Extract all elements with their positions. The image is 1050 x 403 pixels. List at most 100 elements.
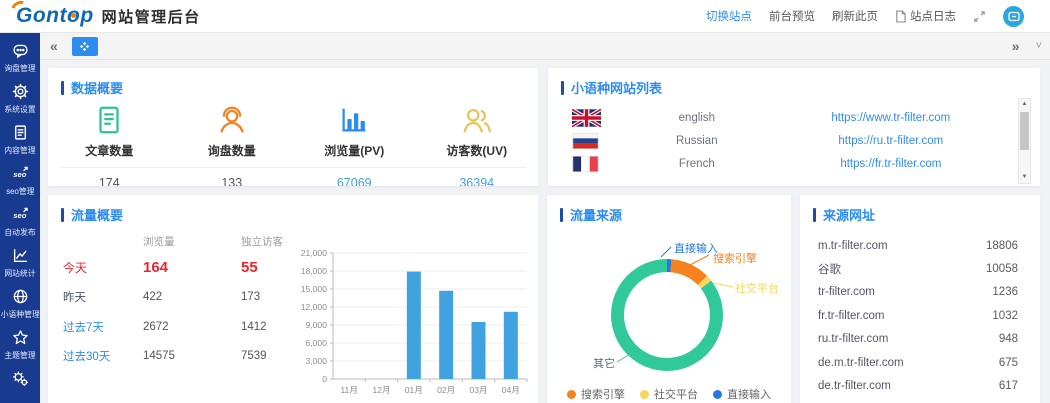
svg-text:01月: 01月 [405, 385, 423, 395]
site-language: Russian [616, 135, 778, 147]
tabs-scroll-left-icon[interactable]: « [46, 38, 62, 54]
sidebar-item-seo[interactable]: seo seo管理 [0, 165, 40, 206]
avatar-icon[interactable] [1003, 6, 1024, 27]
sidebar-item-stats[interactable]: 网站统计 [0, 247, 40, 288]
inquiry-icon [215, 103, 249, 137]
fullscreen-icon[interactable] [973, 10, 986, 23]
stat-inquiries-value: 133 [171, 176, 294, 186]
pageview-icon [337, 103, 371, 137]
scrollbar[interactable]: ▲ ▼ [1018, 98, 1031, 184]
svg-text:03月: 03月 [469, 385, 487, 395]
legend-direct-input[interactable]: 直接输入 [713, 386, 771, 402]
row-label-past7days[interactable]: 过去7天 [63, 312, 143, 342]
title-accent-bar [561, 81, 564, 95]
site-url-link[interactable]: https://fr.tr-filter.com [778, 158, 1004, 170]
scroll-down-icon[interactable]: ▼ [1022, 172, 1028, 183]
svg-text:6,000: 6,000 [305, 338, 327, 348]
stat-values-row: 174 133 67069 36394 [48, 168, 538, 186]
legend-search-engine[interactable]: 搜索引擎 [567, 386, 625, 402]
svg-text:18,000: 18,000 [301, 266, 328, 276]
sidebar-item-multilang[interactable]: 小语种管理 [0, 288, 40, 329]
visitors-icon [460, 103, 494, 137]
seo-icon: seo [12, 165, 29, 182]
row-label-yesterday: 昨天 [63, 283, 143, 313]
tab-dashboard[interactable] [72, 37, 98, 56]
donut-label-direct: 直接输入 [674, 240, 718, 256]
site-url-link[interactable]: https://ru.tr-filter.com [778, 135, 1004, 147]
stat-inquiries: 询盘数量 [171, 103, 294, 159]
gear-icon [12, 83, 29, 100]
stat-pageviews-value: 67069 [293, 176, 416, 186]
sidebar-item-system[interactable]: 系统设置 [0, 83, 40, 124]
stat-pageviews: 浏览量(PV) [293, 103, 416, 159]
stat-visitors-value: 36394 [416, 176, 539, 186]
sidebar-item-autopublish[interactable]: seo 自动发布 [0, 206, 40, 247]
globe-icon [12, 288, 29, 305]
title-accent-bar [560, 208, 563, 222]
site-list: english https://www.tr-filter.com Russia… [548, 106, 1040, 175]
source-row: ru.tr-filter.com948 [800, 328, 1040, 351]
svg-text:0: 0 [322, 374, 327, 384]
dashboard-icon [79, 41, 90, 52]
panel-source-urls: 来源网址 m.tr-filter.com18806 谷歌10058 tr-fil… [800, 195, 1040, 403]
scroll-up-icon[interactable]: ▲ [1022, 99, 1028, 110]
traffic-trend-chart: 03,0006,0009,00012,00015,00018,00021,000… [293, 241, 533, 403]
svg-text:seo: seo [13, 211, 26, 220]
badge-icon [12, 329, 29, 346]
sidebar-item-content[interactable]: 内容管理 [0, 124, 40, 165]
panel-traffic-sources: 流量来源 直接输入 搜索引擎 社交平台 其它 搜索引 [547, 195, 791, 403]
donut-label-social: 社交平台 [735, 280, 779, 296]
svg-text:9,000: 9,000 [305, 320, 327, 330]
tabs-menu-caret-icon[interactable]: ˅ [1036, 40, 1042, 52]
front-preview-link[interactable]: 前台预览 [769, 8, 815, 24]
stat-articles-value: 174 [48, 176, 171, 186]
chat-bubble-icon [12, 42, 29, 59]
site-row-english: english https://www.tr-filter.com [572, 106, 1004, 129]
site-row-french: French https://fr.tr-filter.com [572, 152, 1004, 175]
title-accent-bar [61, 81, 64, 95]
line-chart-icon [12, 247, 29, 264]
app-window: Gontop 网站管理后台 切换站点 前台预览 刷新此页 站点日志 询盘管理 [0, 0, 1050, 403]
sidebar-item-inquiry[interactable]: 询盘管理 [0, 42, 40, 83]
stat-articles: 文章数量 [48, 103, 171, 159]
panel-title: 来源网址 [800, 195, 1040, 224]
document-icon [12, 124, 29, 141]
svg-text:15,000: 15,000 [301, 284, 328, 294]
app-title: 网站管理后台 [102, 6, 201, 27]
donut-legend: 搜索引擎 社交平台 直接输入 [547, 386, 791, 402]
title-accent-bar [813, 208, 816, 222]
site-log-link[interactable]: 站点日志 [895, 8, 956, 24]
site-language: French [616, 158, 778, 170]
legend-dot [640, 390, 649, 399]
donut-label-search: 搜索引擎 [713, 250, 757, 266]
panel-title: 数据概要 [48, 68, 538, 97]
tabs-scroll-right-icon[interactable]: » [1008, 38, 1024, 54]
scrollbar-thumb[interactable] [1020, 112, 1029, 150]
source-row: 谷歌10058 [800, 257, 1040, 280]
site-url-link[interactable]: https://www.tr-filter.com [778, 112, 1004, 124]
col-header-pv: 浏览量 [143, 229, 241, 253]
dashboard-content: 数据概要 文章数量 询盘数量 [40, 60, 1050, 403]
legend-social-platform[interactable]: 社交平台 [640, 386, 698, 402]
title-accent-bar [61, 208, 64, 222]
sidebar-item-extra[interactable] [0, 370, 40, 403]
site-row-russian: Russian https://ru.tr-filter.com [572, 129, 1004, 152]
switch-site-link[interactable]: 切换站点 [706, 8, 752, 24]
source-row: m.tr-filter.com18806 [800, 234, 1040, 257]
svg-text:seo: seo [13, 170, 26, 179]
panel-title: 流量概要 [48, 195, 538, 224]
svg-text:12,000: 12,000 [301, 302, 328, 312]
panel-title: 小语种网站列表 [548, 68, 1040, 97]
uk-flag-icon [572, 109, 601, 127]
logo: Gontop 网站管理后台 [14, 4, 201, 28]
panel-data-summary: 数据概要 文章数量 询盘数量 [48, 68, 538, 186]
source-row: 未知568 [800, 398, 1040, 403]
refresh-page-link[interactable]: 刷新此页 [832, 8, 878, 24]
row-label-past30days[interactable]: 过去30天 [63, 342, 143, 372]
past7days-pv: 2672 [143, 312, 241, 342]
stats-row: 文章数量 询盘数量 浏览量(PV) [48, 103, 538, 159]
source-url-list: m.tr-filter.com18806 谷歌10058 tr-filter.c… [800, 234, 1040, 403]
panel-multilang-sites: 小语种网站列表 english https://www.tr-filter.co… [548, 68, 1040, 186]
legend-dot [713, 390, 722, 399]
sidebar-item-theme[interactable]: 主题管理 [0, 329, 40, 370]
